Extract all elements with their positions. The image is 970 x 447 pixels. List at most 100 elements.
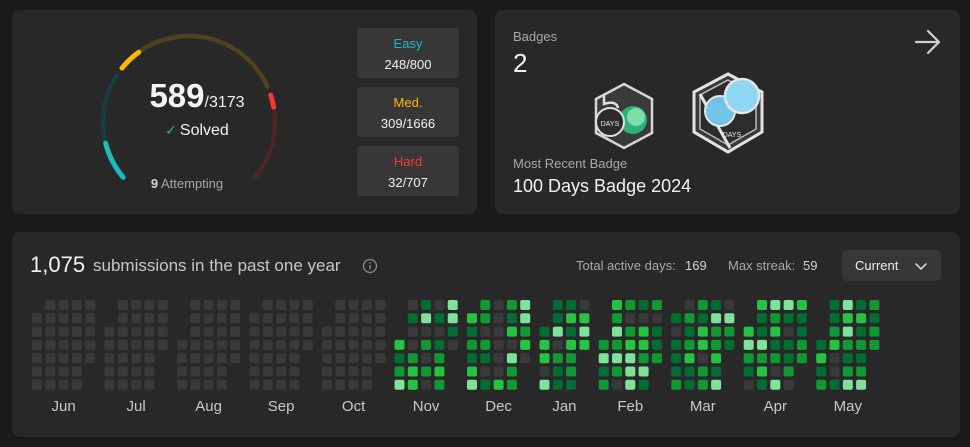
heatmap-cell[interactable] — [58, 313, 69, 324]
heatmap-cell[interactable] — [770, 326, 781, 337]
heatmap-cell[interactable] — [45, 353, 56, 364]
heatmap-cell[interactable] — [684, 353, 695, 364]
heatmap-cell[interactable] — [216, 339, 227, 350]
heatmap-cell[interactable] — [262, 366, 273, 377]
heatmap-cell[interactable] — [506, 353, 517, 364]
heatmap-cell[interactable] — [71, 300, 82, 310]
heatmap-cell[interactable] — [32, 353, 42, 364]
heatmap-cell[interactable] — [711, 339, 722, 350]
heatmap-cell[interactable] — [697, 353, 708, 364]
heatmap-cell[interactable] — [711, 379, 722, 390]
heatmap-cell[interactable] — [58, 326, 69, 337]
heatmap-cell[interactable] — [783, 339, 794, 350]
heatmap-cell[interactable] — [45, 313, 56, 324]
heatmap-cell[interactable] — [85, 326, 96, 337]
heatmap-cell[interactable] — [566, 366, 577, 377]
heatmap-cell[interactable] — [335, 326, 346, 337]
heatmap-cell[interactable] — [539, 339, 550, 350]
heatmap-cell[interactable] — [203, 339, 214, 350]
arrow-right-icon[interactable] — [913, 28, 943, 56]
heatmap-cell[interactable] — [190, 326, 201, 337]
heatmap-cell[interactable] — [770, 339, 781, 350]
heatmap-cell[interactable] — [203, 300, 214, 310]
heatmap-cell[interactable] — [322, 339, 332, 350]
heatmap-cell[interactable] — [276, 313, 287, 324]
heatmap-cell[interactable] — [651, 339, 662, 350]
heatmap-cell[interactable] — [829, 326, 840, 337]
heatmap-cell[interactable] — [104, 379, 115, 390]
heatmap-cell[interactable] — [539, 379, 550, 390]
heatmap-cell[interactable] — [157, 339, 168, 350]
heatmap-cell[interactable] — [434, 300, 445, 310]
heatmap-cell[interactable] — [625, 339, 636, 350]
heatmap-cell[interactable] — [467, 339, 477, 350]
heatmap-cell[interactable] — [117, 326, 128, 337]
heatmap-cell[interactable] — [579, 339, 590, 350]
heatmap-cell[interactable] — [58, 379, 69, 390]
heatmap-cell[interactable] — [684, 379, 695, 390]
heatmap-cell[interactable] — [45, 326, 56, 337]
heatmap-cell[interactable] — [625, 326, 636, 337]
heatmap-cell[interactable] — [743, 326, 754, 337]
heatmap-cell[interactable] — [566, 313, 577, 324]
heatmap-cell[interactable] — [71, 313, 82, 324]
heatmap-cell[interactable] — [375, 339, 386, 350]
heatmap-cell[interactable] — [493, 366, 504, 377]
heatmap-cell[interactable] — [625, 300, 636, 310]
heatmap-cell[interactable] — [816, 339, 827, 350]
heatmap-cell[interactable] — [203, 313, 214, 324]
50-days-badge-icon[interactable]: DAYS — [592, 82, 656, 150]
heatmap-cell[interactable] — [58, 353, 69, 364]
heatmap-cell[interactable] — [697, 313, 708, 324]
heatmap-cell[interactable] — [598, 366, 609, 377]
heatmap-cell[interactable] — [770, 379, 781, 390]
heatmap-cell[interactable] — [697, 339, 708, 350]
heatmap-cell[interactable] — [467, 366, 477, 377]
heatmap-cell[interactable] — [407, 313, 418, 324]
heatmap-cell[interactable] — [743, 379, 754, 390]
heatmap-cell[interactable] — [289, 353, 300, 364]
heatmap-cell[interactable] — [539, 353, 550, 364]
heatmap-cell[interactable] — [177, 339, 187, 350]
heatmap-cell[interactable] — [743, 366, 754, 377]
heatmap-cell[interactable] — [249, 366, 260, 377]
heatmap-cell[interactable] — [493, 379, 504, 390]
heatmap-cell[interactable] — [539, 326, 550, 337]
heatmap-cell[interactable] — [144, 339, 155, 350]
heatmap-cell[interactable] — [375, 326, 386, 337]
heatmap-cell[interactable] — [638, 313, 649, 324]
heatmap-cell[interactable] — [566, 326, 577, 337]
heatmap-cell[interactable] — [131, 353, 142, 364]
heatmap-cell[interactable] — [467, 313, 477, 324]
heatmap-cell[interactable] — [302, 300, 313, 310]
100-days-badge-icon[interactable]: DAYS — [690, 72, 766, 154]
heatmap-cell[interactable] — [216, 379, 227, 390]
heatmap-cell[interactable] — [783, 326, 794, 337]
heatmap-cell[interactable] — [177, 366, 187, 377]
heatmap-cell[interactable] — [276, 300, 287, 310]
heatmap-cell[interactable] — [638, 326, 649, 337]
heatmap-cell[interactable] — [638, 379, 649, 390]
heatmap-cell[interactable] — [348, 339, 359, 350]
difficulty-hard[interactable]: Hard 32/707 — [357, 146, 459, 196]
heatmap-cell[interactable] — [697, 366, 708, 377]
heatmap-cell[interactable] — [506, 326, 517, 337]
heatmap-cell[interactable] — [407, 366, 418, 377]
heatmap-cell[interactable] — [651, 353, 662, 364]
heatmap-cell[interactable] — [520, 339, 531, 350]
heatmap-cell[interactable] — [506, 313, 517, 324]
heatmap-cell[interactable] — [684, 366, 695, 377]
heatmap-cell[interactable] — [757, 339, 767, 350]
heatmap-cell[interactable] — [783, 313, 794, 324]
heatmap-cell[interactable] — [625, 353, 636, 364]
heatmap-cell[interactable] — [157, 313, 168, 324]
heatmap-cell[interactable] — [651, 326, 662, 337]
heatmap-cell[interactable] — [783, 366, 794, 377]
heatmap-cell[interactable] — [467, 326, 477, 337]
heatmap-cell[interactable] — [724, 313, 735, 324]
heatmap-cell[interactable] — [770, 353, 781, 364]
heatmap-cell[interactable] — [796, 326, 807, 337]
heatmap-cell[interactable] — [230, 300, 241, 310]
heatmap-cell[interactable] — [539, 366, 550, 377]
heatmap-cell[interactable] — [711, 353, 722, 364]
